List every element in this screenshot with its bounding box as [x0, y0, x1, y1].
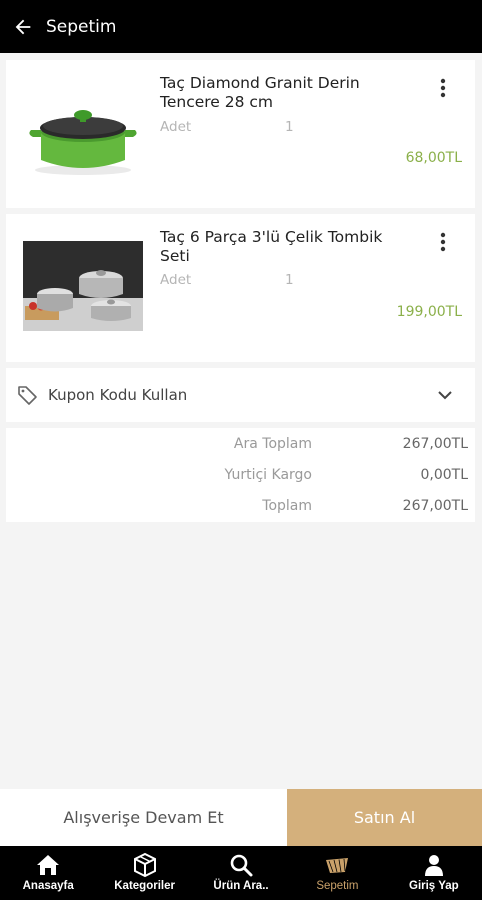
back-arrow-icon[interactable]	[0, 0, 46, 53]
subtotal-row: Ara Toplam 267,00TL	[6, 436, 475, 456]
buy-button[interactable]: Satın Al	[287, 789, 482, 846]
user-icon	[424, 855, 443, 876]
page-title: Sepetim	[46, 16, 117, 37]
total-label: Toplam	[262, 498, 312, 514]
quantity-value[interactable]: 1	[285, 272, 294, 288]
product-price: 199,00TL	[396, 304, 462, 320]
subtotal-value: 267,00TL	[402, 436, 468, 452]
nav-label: Anasayfa	[22, 880, 74, 892]
quantity-label: Adet	[160, 119, 192, 135]
home-icon	[37, 855, 60, 875]
product-image-pot-set[interactable]	[23, 236, 143, 334]
shipping-value: 0,00TL	[420, 467, 468, 483]
more-options-icon[interactable]	[431, 230, 455, 254]
nav-item-search[interactable]: Ürün Ara..	[193, 846, 289, 900]
quantity-value[interactable]: 1	[285, 119, 294, 135]
nav-item-login[interactable]: Giriş Yap	[386, 846, 482, 900]
shipping-label: Yurtiçi Kargo	[224, 467, 312, 483]
nav-label: Kategoriler	[114, 880, 175, 892]
more-options-icon[interactable]	[431, 76, 455, 100]
cart-item: Taç Diamond Granit Derin Tencere 28 cm A…	[6, 60, 475, 208]
product-name[interactable]: Taç 6 Parça 3'lü Çelik Tombik Seti	[160, 228, 410, 266]
search-icon	[230, 854, 253, 877]
product-image-pot[interactable]	[23, 82, 143, 180]
order-summary: Ara Toplam 267,00TL Yurtiçi Kargo 0,00TL…	[6, 428, 475, 522]
subtotal-label: Ara Toplam	[233, 436, 312, 452]
bottom-navigation: Anasayfa Kategoriler Ürün Ara.. Sepetim …	[0, 846, 482, 900]
total-value: 267,00TL	[402, 498, 468, 514]
app-bar: Sepetim	[0, 0, 482, 53]
cart-item: Taç 6 Parça 3'lü Çelik Tombik Seti Adet …	[6, 214, 475, 362]
nav-label: Ürün Ara..	[213, 880, 269, 892]
coupon-label: Kupon Kodu Kullan	[48, 386, 188, 404]
coupon-toggle[interactable]: Kupon Kodu Kullan	[6, 368, 475, 422]
nav-label: Sepetim	[316, 880, 359, 892]
nav-item-home[interactable]: Anasayfa	[0, 846, 96, 900]
quantity-label: Adet	[160, 272, 192, 288]
total-row: Toplam 267,00TL	[6, 498, 475, 518]
nav-item-categories[interactable]: Kategoriler	[96, 846, 192, 900]
categories-icon	[133, 852, 156, 878]
nav-item-cart[interactable]: Sepetim	[289, 846, 385, 900]
product-price: 68,00TL	[405, 150, 462, 166]
product-name[interactable]: Taç Diamond Granit Derin Tencere 28 cm	[160, 74, 410, 112]
continue-shopping-button[interactable]: Alışverişe Devam Et	[0, 789, 287, 846]
chevron-down-icon[interactable]	[433, 383, 457, 407]
shipping-row: Yurtiçi Kargo 0,00TL	[6, 467, 475, 487]
nav-label: Giriş Yap	[409, 880, 459, 892]
cart-icon	[326, 858, 349, 873]
checkout-actions: Alışverişe Devam Et Satın Al	[0, 789, 482, 846]
tag-icon	[16, 383, 40, 407]
